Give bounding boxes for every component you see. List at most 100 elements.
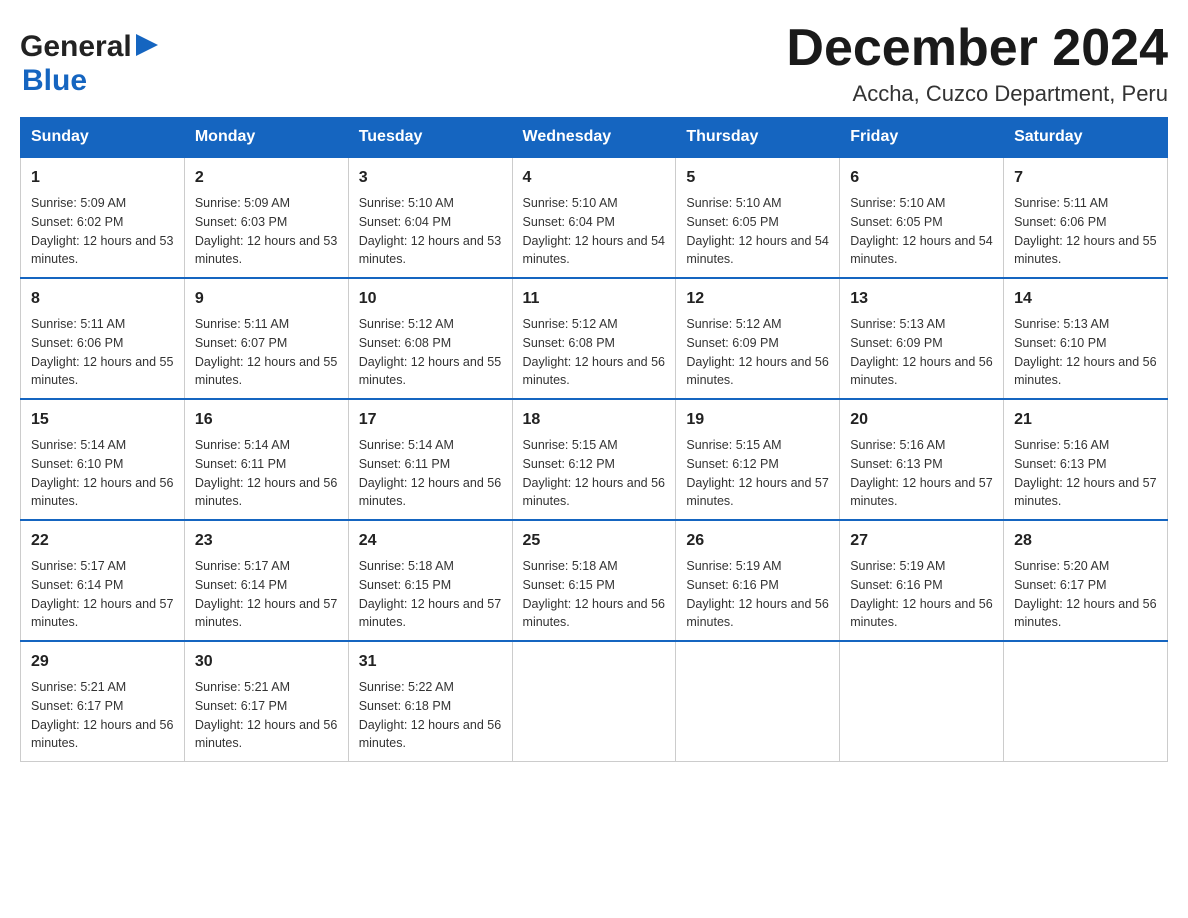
- day-info: Sunrise: 5:11 AMSunset: 6:06 PMDaylight:…: [31, 315, 174, 390]
- calendar-cell: 20 Sunrise: 5:16 AMSunset: 6:13 PMDayligh…: [840, 399, 1004, 520]
- calendar-cell: 8Sunrise: 5:11 AMSunset: 6:06 PMDaylight…: [21, 278, 185, 399]
- day-number: 1: [31, 166, 174, 190]
- calendar-cell: [512, 641, 676, 762]
- calendar-cell: 30 Sunrise: 5:21 AMSunset: 6:17 PMDayligh…: [184, 641, 348, 762]
- calendar-cell: 25 Sunrise: 5:18 AMSunset: 6:15 PMDayligh…: [512, 520, 676, 641]
- day-number: 27: [850, 529, 993, 553]
- day-info: Sunrise: 5:16 AMSunset: 6:13 PMDaylight:…: [850, 436, 993, 511]
- day-info: Sunrise: 5:14 AMSunset: 6:11 PMDaylight:…: [359, 436, 502, 511]
- day-info: Sunrise: 5:09 AMSunset: 6:03 PMDaylight:…: [195, 194, 338, 269]
- calendar-cell: 6 Sunrise: 5:10 AMSunset: 6:05 PMDaylight…: [840, 157, 1004, 278]
- calendar-cell: 14 Sunrise: 5:13 AMSunset: 6:10 PMDayligh…: [1004, 278, 1168, 399]
- day-info: Sunrise: 5:14 AMSunset: 6:11 PMDaylight:…: [195, 436, 338, 511]
- calendar-cell: 13Sunrise: 5:13 AMSunset: 6:09 PMDayligh…: [840, 278, 1004, 399]
- day-info: Sunrise: 5:19 AMSunset: 6:16 PMDaylight:…: [850, 557, 993, 632]
- calendar-week-row: 8Sunrise: 5:11 AMSunset: 6:06 PMDaylight…: [21, 278, 1168, 399]
- header-tuesday: Tuesday: [348, 118, 512, 158]
- title-block: December 2024 Accha, Cuzco Department, P…: [786, 20, 1168, 107]
- day-info: Sunrise: 5:17 AMSunset: 6:14 PMDaylight:…: [31, 557, 174, 632]
- day-info: Sunrise: 5:21 AMSunset: 6:17 PMDaylight:…: [195, 678, 338, 753]
- page-header: General Blue December 2024 Accha, Cuzco …: [20, 20, 1168, 107]
- day-info: Sunrise: 5:13 AMSunset: 6:09 PMDaylight:…: [850, 315, 993, 390]
- day-number: 6: [850, 166, 993, 190]
- calendar-cell: 23 Sunrise: 5:17 AMSunset: 6:14 PMDayligh…: [184, 520, 348, 641]
- day-info: Sunrise: 5:10 AMSunset: 6:05 PMDaylight:…: [686, 194, 829, 269]
- day-info: Sunrise: 5:11 AMSunset: 6:06 PMDaylight:…: [1014, 194, 1157, 269]
- day-info: Sunrise: 5:18 AMSunset: 6:15 PMDaylight:…: [359, 557, 502, 632]
- day-number: 5: [686, 166, 829, 190]
- day-number: 9: [195, 287, 338, 311]
- calendar-cell: 27 Sunrise: 5:19 AMSunset: 6:16 PMDayligh…: [840, 520, 1004, 641]
- header-sunday: Sunday: [21, 118, 185, 158]
- day-number: 20: [850, 408, 993, 432]
- calendar-cell: 22 Sunrise: 5:17 AMSunset: 6:14 PMDayligh…: [21, 520, 185, 641]
- day-number: 10: [359, 287, 502, 311]
- calendar-cell: 19Sunrise: 5:15 AMSunset: 6:12 PMDayligh…: [676, 399, 840, 520]
- calendar-cell: 10Sunrise: 5:12 AMSunset: 6:08 PMDayligh…: [348, 278, 512, 399]
- logo-blue-text: Blue: [22, 64, 87, 98]
- calendar-cell: 12Sunrise: 5:12 AMSunset: 6:09 PMDayligh…: [676, 278, 840, 399]
- header-friday: Friday: [840, 118, 1004, 158]
- calendar-cell: 18 Sunrise: 5:15 AMSunset: 6:12 PMDayligh…: [512, 399, 676, 520]
- calendar-cell: [676, 641, 840, 762]
- page-subtitle: Accha, Cuzco Department, Peru: [786, 81, 1168, 107]
- calendar-header-row: SundayMondayTuesdayWednesdayThursdayFrid…: [21, 118, 1168, 158]
- day-info: Sunrise: 5:18 AMSunset: 6:15 PMDaylight:…: [523, 557, 666, 632]
- header-saturday: Saturday: [1004, 118, 1168, 158]
- day-info: Sunrise: 5:10 AMSunset: 6:04 PMDaylight:…: [523, 194, 666, 269]
- day-info: Sunrise: 5:11 AMSunset: 6:07 PMDaylight:…: [195, 315, 338, 390]
- day-number: 16: [195, 408, 338, 432]
- day-number: 28: [1014, 529, 1157, 553]
- day-info: Sunrise: 5:13 AMSunset: 6:10 PMDaylight:…: [1014, 315, 1157, 390]
- calendar-cell: [1004, 641, 1168, 762]
- day-number: 18: [523, 408, 666, 432]
- calendar-cell: 28 Sunrise: 5:20 AMSunset: 6:17 PMDayligh…: [1004, 520, 1168, 641]
- calendar-cell: 21 Sunrise: 5:16 AMSunset: 6:13 PMDayligh…: [1004, 399, 1168, 520]
- day-info: Sunrise: 5:20 AMSunset: 6:17 PMDaylight:…: [1014, 557, 1157, 632]
- header-wednesday: Wednesday: [512, 118, 676, 158]
- calendar-cell: [840, 641, 1004, 762]
- day-info: Sunrise: 5:17 AMSunset: 6:14 PMDaylight:…: [195, 557, 338, 632]
- day-number: 22: [31, 529, 174, 553]
- day-number: 24: [359, 529, 502, 553]
- calendar-cell: 26 Sunrise: 5:19 AMSunset: 6:16 PMDayligh…: [676, 520, 840, 641]
- calendar-cell: 7 Sunrise: 5:11 AMSunset: 6:06 PMDaylight…: [1004, 157, 1168, 278]
- day-number: 25: [523, 529, 666, 553]
- day-number: 26: [686, 529, 829, 553]
- day-number: 21: [1014, 408, 1157, 432]
- calendar-cell: 31Sunrise: 5:22 AMSunset: 6:18 PMDayligh…: [348, 641, 512, 762]
- calendar-week-row: 1Sunrise: 5:09 AMSunset: 6:02 PMDaylight…: [21, 157, 1168, 278]
- day-info: Sunrise: 5:10 AMSunset: 6:04 PMDaylight:…: [359, 194, 502, 269]
- day-number: 2: [195, 166, 338, 190]
- day-number: 19: [686, 408, 829, 432]
- day-info: Sunrise: 5:19 AMSunset: 6:16 PMDaylight:…: [686, 557, 829, 632]
- day-info: Sunrise: 5:16 AMSunset: 6:13 PMDaylight:…: [1014, 436, 1157, 511]
- calendar-week-row: 29Sunrise: 5:21 AMSunset: 6:17 PMDayligh…: [21, 641, 1168, 762]
- day-number: 7: [1014, 166, 1157, 190]
- logo-general-text: General: [20, 30, 132, 64]
- calendar-cell: 11Sunrise: 5:12 AMSunset: 6:08 PMDayligh…: [512, 278, 676, 399]
- calendar-cell: 16 Sunrise: 5:14 AMSunset: 6:11 PMDayligh…: [184, 399, 348, 520]
- day-info: Sunrise: 5:22 AMSunset: 6:18 PMDaylight:…: [359, 678, 502, 753]
- calendar-table: SundayMondayTuesdayWednesdayThursdayFrid…: [20, 117, 1168, 762]
- logo: General Blue: [20, 20, 158, 98]
- day-number: 11: [523, 287, 666, 311]
- header-thursday: Thursday: [676, 118, 840, 158]
- day-number: 17: [359, 408, 502, 432]
- calendar-cell: 1Sunrise: 5:09 AMSunset: 6:02 PMDaylight…: [21, 157, 185, 278]
- day-info: Sunrise: 5:10 AMSunset: 6:05 PMDaylight:…: [850, 194, 993, 269]
- day-number: 14: [1014, 287, 1157, 311]
- calendar-cell: 3 Sunrise: 5:10 AMSunset: 6:04 PMDaylight…: [348, 157, 512, 278]
- day-number: 15: [31, 408, 174, 432]
- calendar-cell: 29Sunrise: 5:21 AMSunset: 6:17 PMDayligh…: [21, 641, 185, 762]
- page-title: December 2024: [786, 20, 1168, 77]
- day-info: Sunrise: 5:14 AMSunset: 6:10 PMDaylight:…: [31, 436, 174, 511]
- day-number: 3: [359, 166, 502, 190]
- day-number: 4: [523, 166, 666, 190]
- calendar-cell: 2 Sunrise: 5:09 AMSunset: 6:03 PMDaylight…: [184, 157, 348, 278]
- day-number: 30: [195, 650, 338, 674]
- day-info: Sunrise: 5:21 AMSunset: 6:17 PMDaylight:…: [31, 678, 174, 753]
- calendar-cell: 9 Sunrise: 5:11 AMSunset: 6:07 PMDaylight…: [184, 278, 348, 399]
- day-info: Sunrise: 5:15 AMSunset: 6:12 PMDaylight:…: [523, 436, 666, 511]
- day-number: 23: [195, 529, 338, 553]
